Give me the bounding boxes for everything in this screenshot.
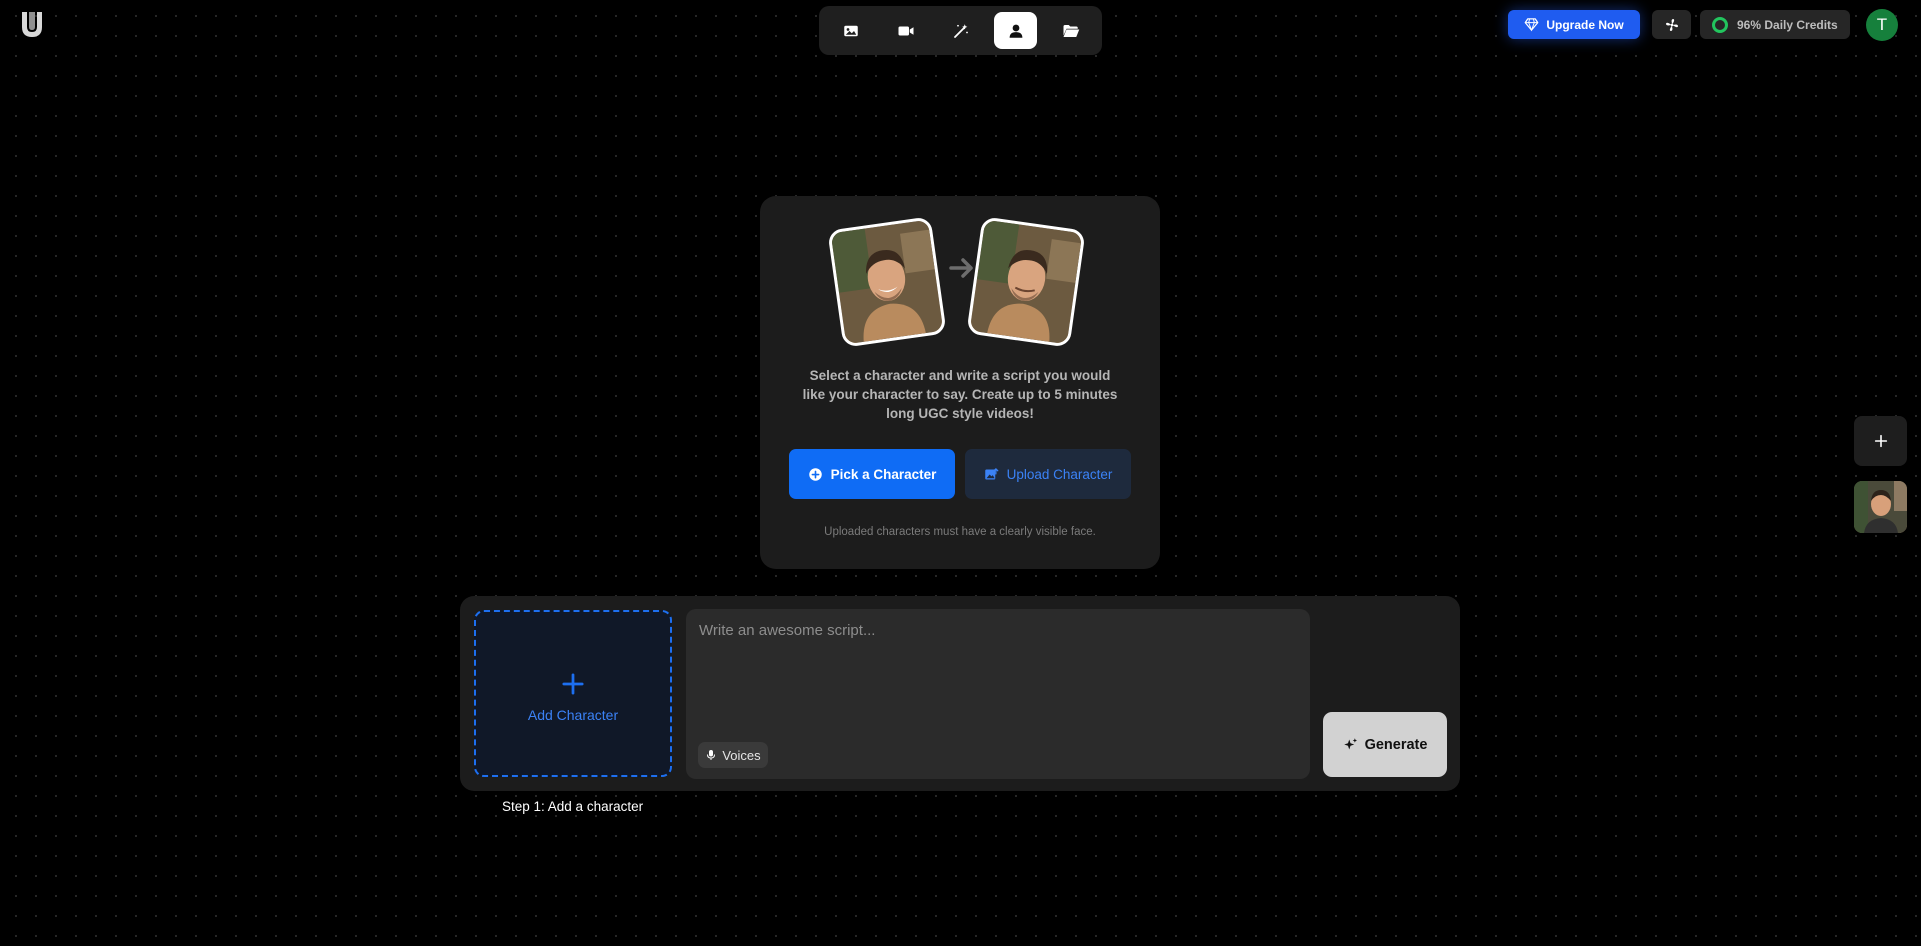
credits-label: 96% Daily Credits xyxy=(1737,17,1838,32)
upload-image-icon xyxy=(984,467,998,479)
add-character-label: Add Character xyxy=(527,706,619,723)
pick-character-button[interactable]: Pick a Character xyxy=(789,449,955,499)
upgrade-label: Upgrade Now xyxy=(1546,17,1624,32)
script-field: Voices xyxy=(686,609,1310,779)
script-input[interactable] xyxy=(686,609,1310,779)
plus-icon xyxy=(1874,434,1887,448)
voices-label: Voices xyxy=(722,747,761,763)
image-icon xyxy=(843,25,858,36)
avatar[interactable]: T xyxy=(1866,9,1898,41)
fan-icon xyxy=(1665,18,1678,31)
microphone-icon xyxy=(707,750,716,760)
nav-character-button[interactable] xyxy=(994,12,1037,49)
voices-button[interactable]: Voices xyxy=(698,742,768,768)
plus-circle-icon xyxy=(808,467,822,481)
upgrade-button[interactable]: Upgrade Now xyxy=(1508,10,1640,39)
add-new-button[interactable] xyxy=(1854,416,1907,466)
plus-icon xyxy=(562,672,584,695)
nav-image-button[interactable] xyxy=(829,12,872,49)
add-character-dropzone[interactable]: Add Character xyxy=(474,610,672,777)
generate-label: Generate xyxy=(1364,736,1428,753)
step-label: Step 1: Add a character xyxy=(502,799,644,814)
upload-character-label: Upload Character xyxy=(1006,466,1113,482)
user-icon xyxy=(1009,24,1022,38)
nav-video-button[interactable] xyxy=(884,12,927,49)
generate-button[interactable]: Generate xyxy=(1323,712,1447,777)
workflow-button[interactable] xyxy=(1652,10,1691,39)
pick-character-label: Pick a Character xyxy=(830,466,937,482)
character-before-image xyxy=(827,216,947,348)
video-camera-icon xyxy=(898,26,913,35)
upload-character-button[interactable]: Upload Character xyxy=(965,449,1131,499)
u-logo-icon[interactable] xyxy=(20,10,44,38)
diamond-icon xyxy=(1524,18,1539,32)
composer-panel: Add Character Voices Generate xyxy=(460,596,1460,791)
nav-edit-button[interactable] xyxy=(939,12,982,49)
recent-character-thumbnail[interactable] xyxy=(1854,481,1907,533)
nav-files-button[interactable] xyxy=(1049,12,1092,49)
upload-note: Uploaded characters must have a clearly … xyxy=(824,526,1096,538)
character-after-image xyxy=(966,216,1086,348)
magic-wand-icon xyxy=(953,23,968,38)
intro-card: Select a character and write a script yo… xyxy=(760,196,1160,569)
credits-ring-icon xyxy=(1712,16,1728,33)
sparkle-icon xyxy=(1343,738,1357,750)
folder-open-icon xyxy=(1063,24,1079,37)
arrow-right-icon xyxy=(949,258,973,278)
daily-credits[interactable]: 96% Daily Credits xyxy=(1700,10,1850,39)
mode-switcher xyxy=(819,6,1102,55)
intro-description: Select a character and write a script yo… xyxy=(802,368,1118,421)
